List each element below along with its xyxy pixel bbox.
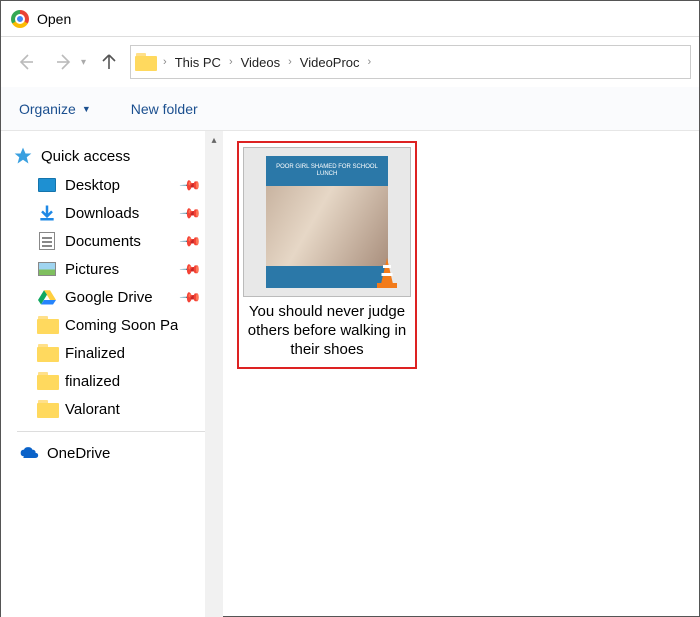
sidebar-item-pictures[interactable]: Pictures 📌 — [11, 255, 223, 283]
sidebar-item-label: Finalized — [65, 345, 125, 362]
breadcrumb-this-pc[interactable]: This PC — [175, 55, 221, 70]
breadcrumb-videos[interactable]: Videos — [241, 55, 281, 70]
sidebar-item-coming-soon[interactable]: Coming Soon Pa — [11, 311, 223, 339]
sidebar-item-finalized-1[interactable]: Finalized — [11, 339, 223, 367]
folder-icon — [135, 53, 155, 71]
sidebar-item-google-drive[interactable]: Google Drive 📌 — [11, 283, 223, 311]
chrome-icon — [11, 10, 29, 28]
main-area: ▴ Quick access Desktop 📌 Downloads 📌 Doc… — [1, 131, 699, 617]
star-icon — [13, 147, 33, 165]
organize-button[interactable]: Organize ▼ — [19, 101, 91, 117]
sidebar-onedrive[interactable]: OneDrive — [11, 438, 223, 468]
sidebar-item-finalized-2[interactable]: finalized — [11, 367, 223, 395]
sidebar-item-downloads[interactable]: Downloads 📌 — [11, 199, 223, 227]
pin-icon: 📌 — [178, 173, 202, 197]
sidebar-item-label: finalized — [65, 373, 120, 390]
titlebar: Open — [1, 1, 699, 37]
breadcrumb-videoproc[interactable]: VideoProc — [300, 55, 360, 70]
desktop-icon — [37, 176, 57, 194]
forward-button[interactable] — [47, 45, 81, 79]
window-title: Open — [37, 11, 71, 27]
sidebar: ▴ Quick access Desktop 📌 Downloads 📌 Doc… — [1, 131, 223, 617]
pin-icon: 📌 — [178, 229, 202, 253]
file-item[interactable]: POOR GIRL SHAMED FOR SCHOOL LUNCH You sh… — [237, 141, 417, 369]
new-folder-button[interactable]: New folder — [131, 101, 198, 117]
google-drive-icon — [37, 288, 57, 306]
vlc-icon — [370, 256, 404, 290]
chevron-right-icon: › — [368, 56, 372, 68]
documents-icon — [37, 232, 57, 250]
downloads-icon — [37, 204, 57, 222]
sidebar-item-label: Valorant — [65, 401, 120, 418]
chevron-right-icon: › — [229, 56, 233, 68]
chevron-right-icon: › — [288, 56, 292, 68]
sidebar-separator — [17, 431, 207, 432]
thumb-image — [266, 186, 388, 266]
sidebar-item-valorant[interactable]: Valorant — [11, 395, 223, 423]
folder-icon — [37, 372, 57, 390]
pin-icon: 📌 — [178, 257, 202, 281]
sidebar-item-label: Desktop — [65, 177, 120, 194]
organize-label: Organize — [19, 101, 76, 117]
back-button[interactable] — [9, 45, 43, 79]
new-folder-label: New folder — [131, 101, 198, 117]
sidebar-item-label: Coming Soon Pa — [65, 317, 178, 334]
quick-access-label: Quick access — [41, 148, 130, 165]
history-dropdown-icon[interactable]: ▾ — [81, 57, 86, 68]
thumb-caption: POOR GIRL SHAMED FOR SCHOOL LUNCH — [266, 156, 388, 186]
pictures-icon — [37, 260, 57, 278]
sidebar-item-documents[interactable]: Documents 📌 — [11, 227, 223, 255]
onedrive-icon — [19, 444, 39, 462]
sidebar-item-label: Downloads — [65, 205, 139, 222]
folder-icon — [37, 344, 57, 362]
sidebar-quick-access[interactable]: Quick access — [11, 141, 223, 171]
up-button[interactable] — [92, 45, 126, 79]
folder-icon — [37, 316, 57, 334]
sidebar-item-label: Pictures — [65, 261, 119, 278]
chevron-right-icon: › — [163, 56, 167, 68]
onedrive-label: OneDrive — [47, 445, 110, 462]
chevron-down-icon: ▼ — [82, 104, 91, 114]
nav-row: ▾ › This PC › Videos › VideoProc › — [1, 37, 699, 87]
file-list-area[interactable]: POOR GIRL SHAMED FOR SCHOOL LUNCH You sh… — [223, 131, 699, 617]
file-name: You should never judge others before wal… — [243, 297, 411, 363]
pin-icon: 📌 — [178, 201, 202, 225]
toolbar: Organize ▼ New folder — [1, 87, 699, 131]
file-thumbnail: POOR GIRL SHAMED FOR SCHOOL LUNCH — [243, 147, 411, 297]
sidebar-item-label: Google Drive — [65, 289, 153, 306]
scroll-up-icon[interactable]: ▴ — [205, 131, 223, 149]
pin-icon: 📌 — [178, 285, 202, 309]
address-bar[interactable]: › This PC › Videos › VideoProc › — [130, 45, 691, 79]
folder-icon — [37, 400, 57, 418]
sidebar-item-label: Documents — [65, 233, 141, 250]
sidebar-item-desktop[interactable]: Desktop 📌 — [11, 171, 223, 199]
